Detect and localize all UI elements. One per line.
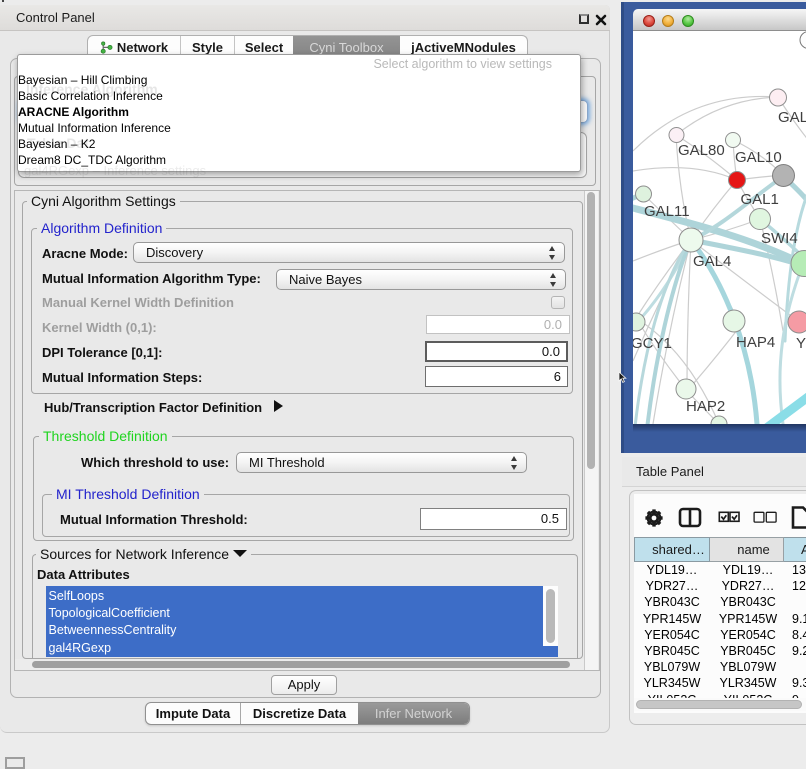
svg-text:GAL1: GAL1	[741, 191, 779, 208]
svg-text:GAL4: GAL4	[693, 253, 731, 270]
svg-text:GAL10: GAL10	[735, 149, 782, 166]
svg-text:HAP4: HAP4	[736, 334, 775, 351]
svg-text:SWI4: SWI4	[761, 230, 798, 247]
svg-text:GAL11: GAL11	[644, 203, 690, 220]
svg-text:GCY1: GCY1	[633, 335, 672, 352]
svg-text:Y: Y	[796, 335, 806, 352]
svg-text:HAP2: HAP2	[686, 398, 725, 415]
svg-text:GAL80: GAL80	[678, 142, 725, 159]
svg-text:GAL7: GAL7	[778, 109, 806, 126]
